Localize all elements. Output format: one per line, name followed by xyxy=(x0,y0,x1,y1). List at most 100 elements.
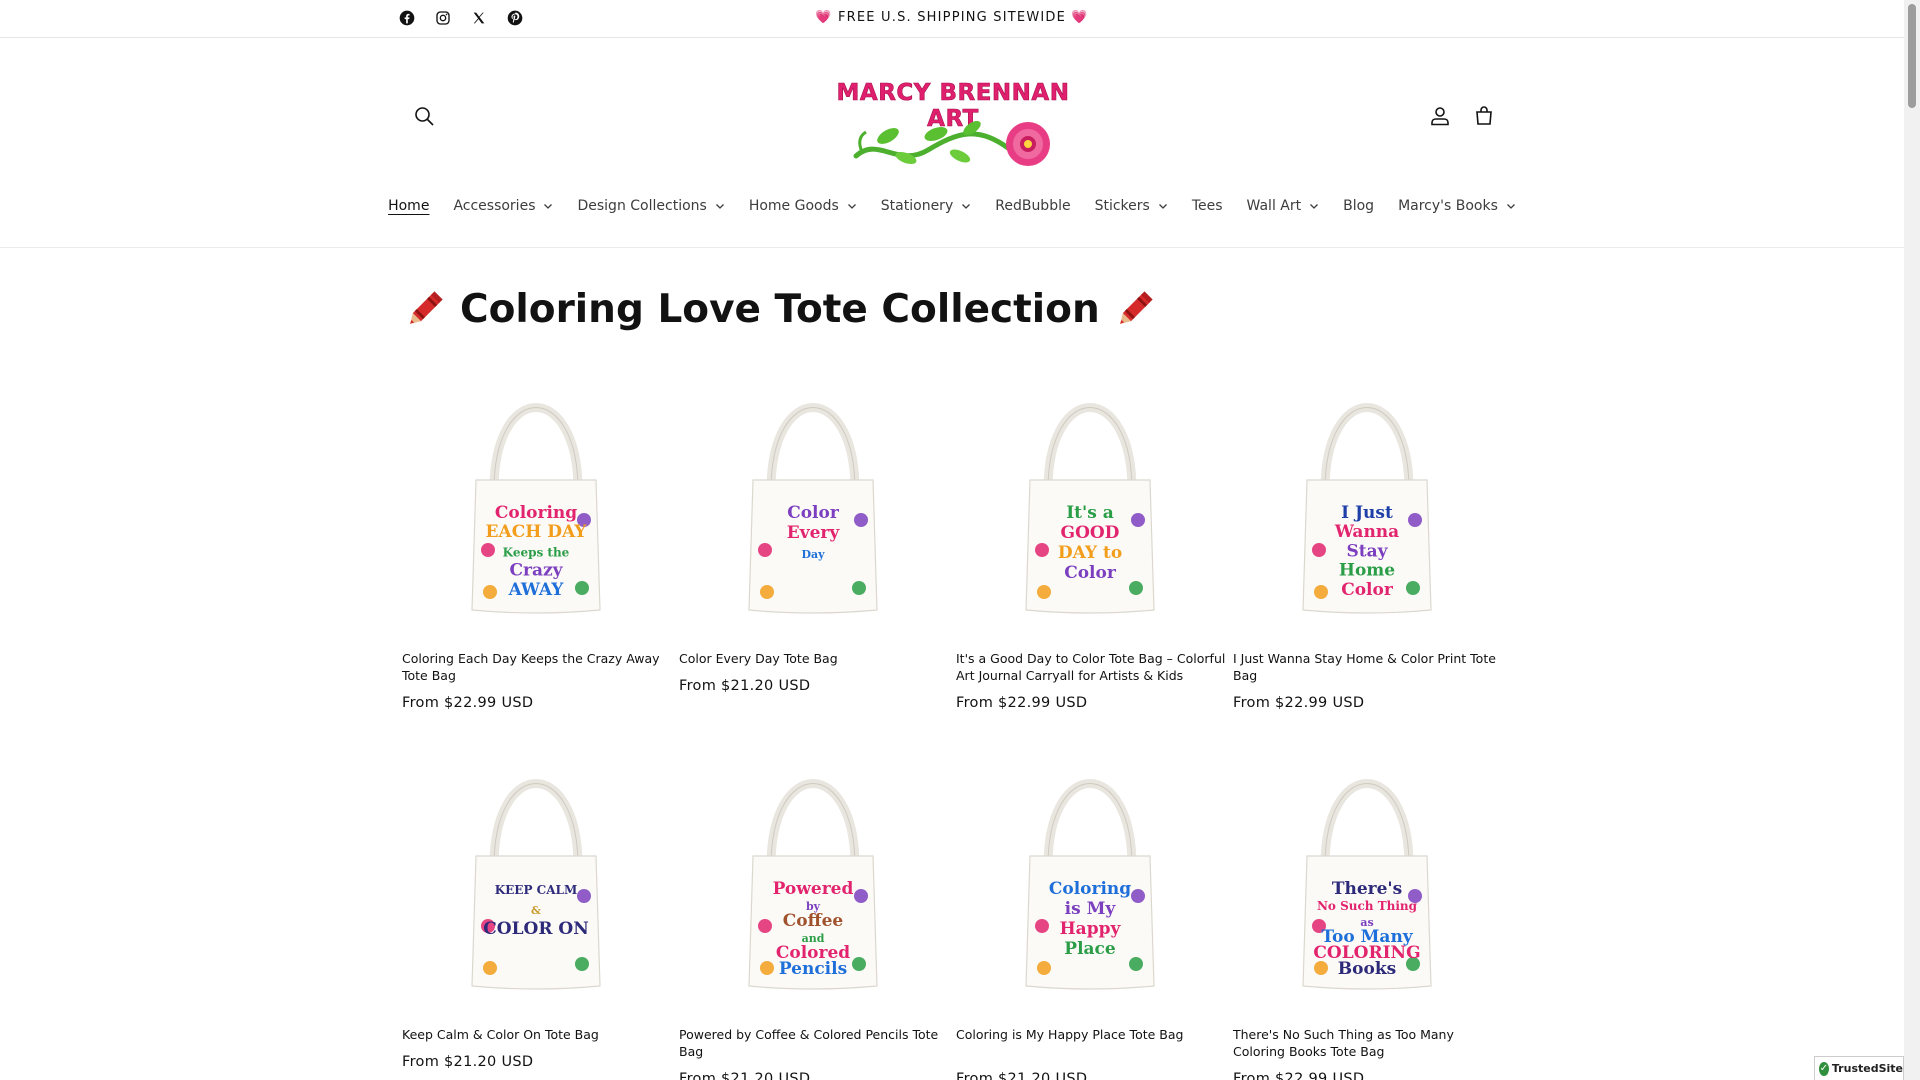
flower-decoration xyxy=(1037,585,1051,599)
nav-item-design-collections[interactable]: Design Collections xyxy=(565,194,736,218)
bag-handle-outline xyxy=(1324,407,1410,491)
nav-item-stickers[interactable]: Stickers xyxy=(1083,194,1180,218)
product-title[interactable]: Keep Calm & Color On Tote Bag xyxy=(402,1026,674,1043)
product-title[interactable]: Color Every Day Tote Bag xyxy=(679,650,951,667)
trustedsite-badge[interactable]: ✓ TrustedSite xyxy=(1814,1056,1904,1080)
flower-decoration xyxy=(758,919,772,933)
bag-handle-outline xyxy=(1047,783,1133,867)
bag-print-text: Color xyxy=(1341,580,1394,600)
flower-decoration xyxy=(852,957,866,971)
flower-decoration xyxy=(1035,919,1049,933)
flower-decoration xyxy=(1314,961,1328,975)
flower-decoration xyxy=(1408,513,1422,527)
product-title[interactable]: Powered by Coffee & Colored Pencils Tote… xyxy=(679,1026,951,1060)
nav-item-blog[interactable]: Blog xyxy=(1331,194,1386,218)
nav-item-wall-art[interactable]: Wall Art xyxy=(1235,194,1332,218)
search-icon[interactable] xyxy=(408,100,440,132)
site-header: MARCY BRENNAN ART Home Accessories Desig… xyxy=(0,38,1904,248)
bag-handle xyxy=(766,403,860,491)
flower-decoration xyxy=(758,543,772,557)
bag-print-text: AWAY xyxy=(508,580,565,600)
bag-print-text: Every xyxy=(787,523,841,543)
flower-decoration xyxy=(1129,581,1143,595)
bag-print-text: Keeps the xyxy=(503,545,570,559)
announcement-bar: 💗 FREE U.S. SHIPPING SITEWIDE 💗 xyxy=(0,0,1904,38)
scrollbar-thumb[interactable] xyxy=(1908,4,1916,108)
bag-handle-outline xyxy=(1324,783,1410,867)
bag-print-text: It's a xyxy=(1066,503,1114,523)
product-card[interactable]: There's No Such Thing as Too Many COLORING Bo… xyxy=(1233,746,1501,1080)
cart-icon[interactable] xyxy=(1468,100,1500,132)
bag-handle xyxy=(489,779,583,867)
bag-print-text: Day xyxy=(801,548,825,561)
product-card[interactable]: Coloring is My Happy Place Coloring is My Ha… xyxy=(956,746,1224,1080)
product-card[interactable]: KEEP CALM & COLOR ON Keep Calm & Color On T… xyxy=(402,746,670,1070)
bag-print-text: Home xyxy=(1339,561,1395,581)
bag-print-text: Pencils xyxy=(779,959,847,979)
flower-decoration xyxy=(577,889,591,903)
product-image[interactable]: I Just Wanna Stay Home Color xyxy=(1233,370,1501,638)
bag-print-text: Powered xyxy=(773,879,854,899)
flower-decoration xyxy=(1037,961,1051,975)
bag-print-text: Happy xyxy=(1060,919,1122,939)
chevron-down-icon xyxy=(544,204,553,209)
bag-print-text: Color xyxy=(787,503,840,523)
bag-handle xyxy=(1320,779,1414,867)
product-image[interactable]: There's No Such Thing as Too Many COLORING Bo… xyxy=(1233,746,1501,1014)
collection-title-text: Coloring Love Tote Collection xyxy=(460,286,1100,332)
product-title[interactable]: Coloring is My Happy Place Tote Bag xyxy=(956,1026,1228,1043)
chevron-down-icon xyxy=(1158,204,1167,209)
nav-item-redbubble[interactable]: RedBubble xyxy=(983,194,1082,218)
flower-decoration xyxy=(1312,543,1326,557)
product-image[interactable]: KEEP CALM & COLOR ON xyxy=(402,746,670,1014)
flower-decoration xyxy=(760,961,774,975)
product-price: From $22.99 USD xyxy=(956,695,1088,711)
flower-decoration xyxy=(1129,957,1143,971)
nav-item-marcys-books[interactable]: Marcy's Books xyxy=(1386,194,1528,218)
product-image[interactable]: Coloring is My Happy Place xyxy=(956,746,1224,1014)
site-logo[interactable]: MARCY BRENNAN ART xyxy=(808,76,1098,176)
product-title[interactable]: Coloring Each Day Keeps the Crazy Away T… xyxy=(402,650,674,684)
main-navigation: Home Accessories Design Collections Home… xyxy=(0,194,1904,218)
product-card[interactable]: I Just Wanna Stay Home Color I Just Wanna Sta… xyxy=(1233,370,1501,711)
bag-print-text: & xyxy=(531,904,541,917)
nav-item-home[interactable]: Home xyxy=(376,194,441,218)
chevron-down-icon xyxy=(1310,204,1319,209)
flower-decoration xyxy=(1035,543,1049,557)
bag-print-text: Coloring xyxy=(1049,879,1131,899)
tote-bag-image: ColorEvery Day xyxy=(748,403,878,614)
bag-print-text: Stay xyxy=(1346,541,1388,561)
product-card[interactable]: Color Every Day Color Every Day Tote Bag Fro… xyxy=(679,370,947,694)
tote-bag-image: ColoringEACH DAY Keeps the CrazyAWAY xyxy=(471,403,601,614)
bag-handle-outline xyxy=(493,407,579,491)
product-card[interactable]: Powered by Coffee and Colored Pencils Powered … xyxy=(679,746,947,1080)
product-image[interactable]: Powered by Coffee and Colored Pencils xyxy=(679,746,947,1014)
product-card[interactable]: It's a GOOD DAY to Color It's a Good Day to … xyxy=(956,370,1225,711)
product-price: From $21.20 USD xyxy=(679,1071,811,1080)
bag-handle-outline xyxy=(493,783,579,867)
bag-print-text: No Such Thing xyxy=(1317,899,1418,913)
product-title[interactable]: There's No Such Thing as Too Many Colori… xyxy=(1233,1026,1505,1060)
bag-print-text: Color xyxy=(1064,563,1117,583)
flower-decoration xyxy=(1131,889,1145,903)
nav-item-tees[interactable]: Tees xyxy=(1180,194,1235,218)
tote-bag-image: PoweredbyCoffeeandColoredPencils xyxy=(748,779,878,990)
nav-item-accessories[interactable]: Accessories xyxy=(441,194,565,218)
bag-print-text: Crazy xyxy=(509,561,563,581)
announcement-text: 💗 FREE U.S. SHIPPING SITEWIDE 💗 xyxy=(815,10,1089,25)
product-card[interactable]: Coloring EACH DAY Keeps the Crazy AWAY Colori… xyxy=(402,370,670,711)
crayon-icon xyxy=(410,291,443,324)
product-price: From $21.20 USD xyxy=(956,1071,1088,1080)
product-title[interactable]: It's a Good Day to Color Tote Bag – Colo… xyxy=(956,650,1228,684)
page-scrollbar[interactable] xyxy=(1904,0,1920,1080)
product-image[interactable]: It's a GOOD DAY to Color xyxy=(956,370,1224,638)
product-title[interactable]: I Just Wanna Stay Home & Color Print Tot… xyxy=(1233,650,1505,684)
product-image[interactable]: Color Every Day xyxy=(679,370,947,638)
bag-print-text: Books xyxy=(1338,959,1396,979)
account-icon[interactable] xyxy=(1424,100,1456,132)
nav-item-home-goods[interactable]: Home Goods xyxy=(737,194,869,218)
product-image[interactable]: Coloring EACH DAY Keeps the Crazy AWAY xyxy=(402,370,670,638)
nav-item-stationery[interactable]: Stationery xyxy=(869,194,983,218)
chevron-down-icon xyxy=(715,204,724,209)
bag-print-text: KEEP CALM xyxy=(495,883,578,897)
